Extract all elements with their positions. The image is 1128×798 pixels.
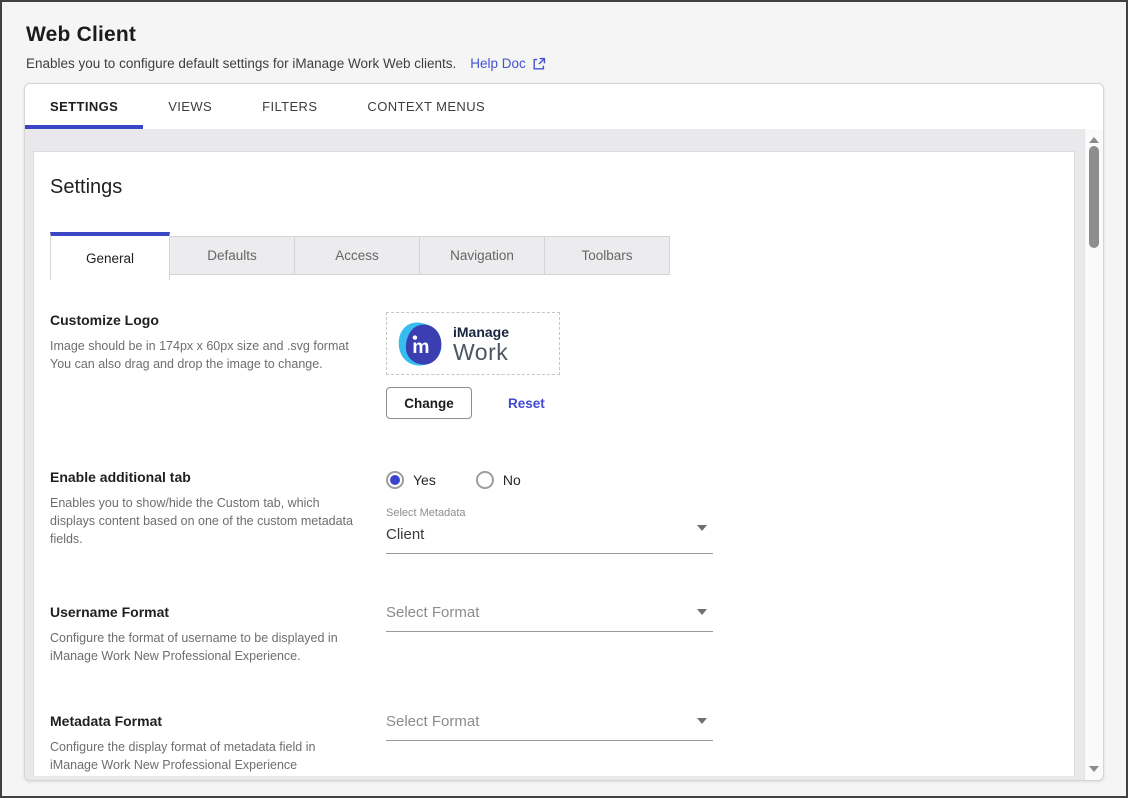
subtab-navigation[interactable]: Navigation bbox=[420, 236, 545, 275]
subtab-access-label: Access bbox=[335, 248, 379, 263]
logo-brand-text: iManage bbox=[453, 324, 509, 340]
subtab-general[interactable]: General bbox=[50, 232, 170, 280]
metadata-format-title: Metadata Format bbox=[50, 713, 360, 729]
dropdown-arrow-icon bbox=[697, 525, 707, 531]
subtab-defaults[interactable]: Defaults bbox=[170, 236, 295, 275]
metadata-format-description: Configure the display format of metadata… bbox=[50, 738, 360, 774]
external-link-icon bbox=[532, 57, 546, 71]
section-metadata-format: Metadata Format Configure the display fo… bbox=[50, 713, 1074, 774]
scroll-down-icon[interactable] bbox=[1089, 766, 1099, 772]
dropdown-arrow-icon bbox=[697, 609, 707, 615]
svg-text:m: m bbox=[412, 336, 429, 358]
top-tab-bar: SETTINGS VIEWS FILTERS CONTEXT MENUS bbox=[25, 84, 1103, 129]
change-logo-button[interactable]: Change bbox=[386, 387, 472, 419]
radio-yes-label: Yes bbox=[413, 472, 436, 488]
subtab-general-label: General bbox=[86, 251, 134, 266]
subtab-defaults-label: Defaults bbox=[207, 248, 257, 263]
subtab-navigation-label: Navigation bbox=[450, 248, 514, 263]
logo-dropzone[interactable]: m iManage Work bbox=[386, 312, 560, 375]
tab-filters-label: FILTERS bbox=[262, 99, 317, 114]
page-subtitle: Enables you to configure default setting… bbox=[26, 56, 456, 71]
help-doc-link[interactable]: Help Doc bbox=[470, 56, 546, 71]
tab-views-label: VIEWS bbox=[168, 99, 212, 114]
username-format-title: Username Format bbox=[50, 604, 360, 620]
tab-views[interactable]: VIEWS bbox=[143, 84, 237, 129]
username-format-placeholder: Select Format bbox=[386, 604, 713, 621]
settings-heading: Settings bbox=[50, 176, 1074, 199]
scrollbar-thumb[interactable] bbox=[1089, 146, 1099, 248]
radio-no-label: No bbox=[503, 472, 521, 488]
settings-subtab-bar: General Defaults Access Navigation Toolb… bbox=[50, 232, 1074, 280]
help-doc-label: Help Doc bbox=[470, 56, 526, 71]
radio-yes-control bbox=[386, 471, 404, 489]
section-username-format: Username Format Configure the format of … bbox=[50, 604, 1074, 665]
section-enable-additional-tab: Enable additional tab Enables you to sho… bbox=[50, 469, 1074, 554]
radio-no-control bbox=[476, 471, 494, 489]
web-client-card: SETTINGS VIEWS FILTERS CONTEXT MENUS Set… bbox=[24, 83, 1104, 781]
tab-filters[interactable]: FILTERS bbox=[237, 84, 342, 129]
tab-settings[interactable]: SETTINGS bbox=[25, 84, 143, 129]
scroll-up-icon[interactable] bbox=[1089, 137, 1099, 143]
select-metadata-value: Client bbox=[386, 526, 713, 543]
radio-no[interactable]: No bbox=[476, 471, 521, 489]
vertical-scrollbar[interactable] bbox=[1084, 129, 1103, 780]
logo-product-text: Work bbox=[453, 340, 509, 364]
settings-inner-panel: Settings General Defaults Access Navigat… bbox=[33, 151, 1075, 776]
settings-tab-panel: Settings General Defaults Access Navigat… bbox=[25, 129, 1103, 780]
metadata-format-dropdown[interactable]: Select Format bbox=[386, 713, 713, 741]
subtab-toolbars[interactable]: Toolbars bbox=[545, 236, 670, 275]
radio-yes[interactable]: Yes bbox=[386, 471, 436, 489]
tab-context-menus[interactable]: CONTEXT MENUS bbox=[342, 84, 510, 129]
customize-logo-title: Customize Logo bbox=[50, 312, 360, 328]
select-metadata-dropdown[interactable]: Select Metadata Client bbox=[386, 507, 713, 554]
subtab-access[interactable]: Access bbox=[295, 236, 420, 275]
username-format-description: Configure the format of username to be d… bbox=[50, 629, 360, 665]
metadata-format-placeholder: Select Format bbox=[386, 713, 713, 730]
tab-settings-label: SETTINGS bbox=[50, 99, 118, 114]
customize-logo-description: Image should be in 174px x 60px size and… bbox=[50, 337, 360, 373]
enable-additional-tab-title: Enable additional tab bbox=[50, 469, 360, 485]
imanage-logo-icon: m bbox=[396, 320, 444, 368]
page-header: Web Client Enables you to configure defa… bbox=[2, 2, 1126, 71]
page-title: Web Client bbox=[26, 23, 1102, 47]
enable-additional-tab-description: Enables you to show/hide the Custom tab,… bbox=[50, 494, 360, 548]
tab-context-menus-label: CONTEXT MENUS bbox=[367, 99, 485, 114]
reset-logo-link[interactable]: Reset bbox=[508, 396, 545, 411]
username-format-dropdown[interactable]: Select Format bbox=[386, 604, 713, 632]
dropdown-arrow-icon bbox=[697, 718, 707, 724]
section-customize-logo: Customize Logo Image should be in 174px … bbox=[50, 312, 1074, 419]
select-metadata-label: Select Metadata bbox=[386, 507, 713, 519]
subtab-toolbars-label: Toolbars bbox=[581, 248, 632, 263]
